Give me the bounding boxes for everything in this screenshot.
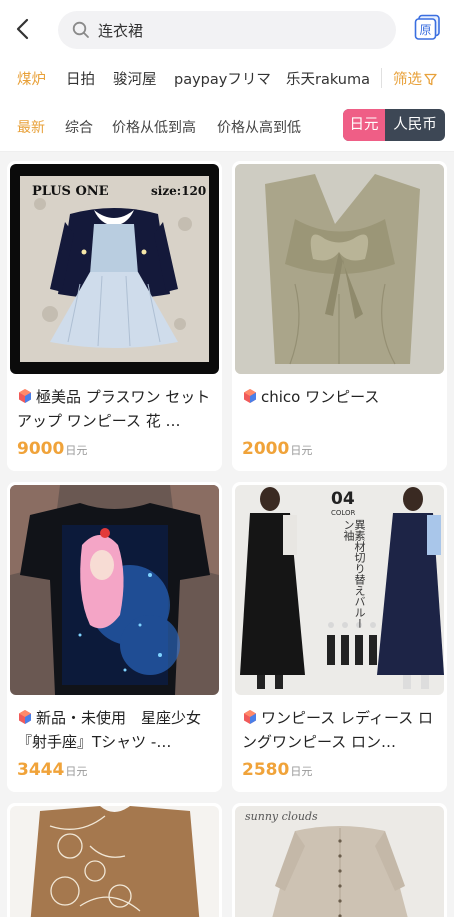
price-value: 9000 (17, 439, 65, 459)
tab-surugaya[interactable]: 骏河屋 (113, 68, 157, 89)
mercari-badge-icon (19, 710, 31, 724)
product-title: 極美品 プラスワン セットアップ ワンピース 花 … (17, 385, 214, 433)
tab-yahoo-auction[interactable]: 日拍 (66, 68, 95, 89)
product-card[interactable]: sunny clouds (232, 803, 447, 917)
product-title: 新品・未使用 星座少女『射手座』Tシャツ -… (17, 706, 214, 754)
original-text-icon[interactable]: 原 (414, 14, 441, 41)
product-title-text: 極美品 プラスワン セットアップ ワンピース 花 … (17, 388, 211, 430)
product-image: sunny clouds (235, 806, 444, 917)
sort-price-asc[interactable]: 价格从低到高 (112, 117, 196, 137)
product-card[interactable]: PLUS ONE size:120 極美品 プラスワン セットアップ ワンピース… (7, 161, 222, 471)
product-image (10, 806, 219, 917)
search-input[interactable] (98, 11, 378, 49)
sort-overall[interactable]: 综合 (65, 117, 93, 137)
product-price: 9000日元 (17, 439, 87, 459)
price-unit: 日元 (290, 444, 313, 457)
image-text-number: 04 (331, 489, 355, 509)
product-image (10, 485, 219, 695)
product-card[interactable] (7, 803, 222, 917)
tab-rakuten-rakuma[interactable]: 乐天rakuma (286, 68, 370, 89)
tab-mercari[interactable]: 煤炉 (17, 68, 46, 89)
product-title-text: chico ワンピース (261, 388, 380, 406)
price-unit: 日元 (290, 765, 313, 778)
product-title-text: 新品・未使用 星座少女『射手座』Tシャツ -… (17, 709, 202, 751)
product-title: chico ワンピース (242, 385, 439, 409)
product-card[interactable]: 新品・未使用 星座少女『射手座』Tシャツ -… 3444日元 (7, 482, 222, 792)
currency-jpy[interactable]: 日元 (343, 109, 385, 141)
product-card[interactable]: chico ワンピース 2000日元 (232, 161, 447, 471)
image-text-vertical: 異素材切り替えバルーン袖 (342, 519, 366, 629)
top-bar: 原 (0, 0, 454, 60)
filter-label: 筛选 (393, 72, 422, 88)
mercari-badge-icon (244, 710, 256, 724)
product-price: 2580日元 (242, 760, 312, 780)
mercari-badge-icon (19, 389, 31, 403)
tab-paypay-flea[interactable]: paypayフリマ (174, 68, 271, 89)
product-card[interactable]: 04 COLOR 異素材切り替えバルーン袖 ワンピース レディース ロングワンピ… (232, 482, 447, 792)
product-image (235, 164, 444, 374)
image-text-size: size:120 (151, 184, 207, 198)
search-bar[interactable] (58, 11, 396, 49)
price-value: 2000 (242, 439, 290, 459)
currency-cny[interactable]: 人民币 (385, 109, 445, 141)
source-tabs: 煤炉 日拍 骏河屋 paypayフリマ 乐天rakuma 筛选 (0, 60, 454, 98)
price-unit: 日元 (65, 444, 88, 457)
sort-bar: 最新 综合 价格从低到高 价格从高到低 日元 人民币 (0, 98, 454, 152)
product-price: 2000日元 (242, 439, 312, 459)
product-image: PLUS ONE size:120 (10, 164, 219, 374)
product-price: 3444日元 (17, 760, 87, 780)
sort-newest[interactable]: 最新 (17, 117, 45, 137)
mercari-badge-icon (244, 389, 256, 403)
price-value: 2580 (242, 760, 290, 780)
image-text-brand: sunny clouds (245, 810, 318, 823)
svg-text:原: 原 (419, 23, 431, 37)
back-icon[interactable] (12, 14, 36, 44)
image-text-brand: PLUS ONE (32, 184, 109, 199)
product-title-text: ワンピース レディース ロングワンピース ロン… (242, 709, 433, 751)
price-value: 3444 (17, 760, 65, 780)
product-image: 04 COLOR 異素材切り替えバルーン袖 (235, 485, 444, 695)
search-icon (72, 21, 89, 38)
sort-price-desc[interactable]: 价格从高到低 (217, 117, 301, 137)
currency-toggle[interactable]: 日元 人民币 (343, 109, 445, 141)
image-text-color: COLOR (331, 509, 356, 517)
divider (381, 68, 382, 88)
filter-button[interactable]: 筛选 (393, 68, 437, 89)
product-title: ワンピース レディース ロングワンピース ロン… (242, 706, 439, 754)
filter-icon (424, 73, 437, 86)
price-unit: 日元 (65, 765, 88, 778)
